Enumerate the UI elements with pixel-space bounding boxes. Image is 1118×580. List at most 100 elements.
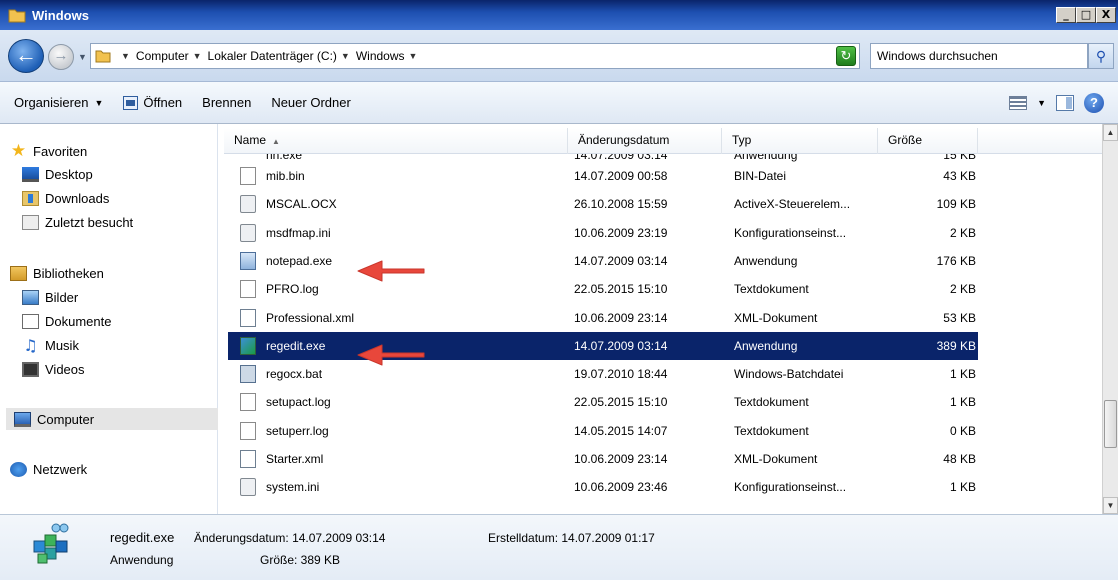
table-row[interactable]: Starter.xml 10.06.2009 23:14 XML-Dokument 4…	[228, 445, 978, 473]
table-row[interactable]: notepad.exe 14.07.2009 03:14 Anwendung 176 …	[228, 247, 978, 275]
view-options-icon[interactable]	[1009, 96, 1028, 110]
file-size: 176 KB	[936, 253, 976, 268]
breadcrumb-root[interactable]: ▼	[117, 51, 136, 61]
nav-videos[interactable]: Videos	[22, 358, 85, 380]
table-row[interactable]: setuperr.log 14.05.2015 14:07 Textdokument…	[228, 417, 978, 445]
details-pane: regedit.exe Änderungsdatum: 14.07.2009 0…	[0, 514, 1118, 580]
documents-icon	[22, 313, 39, 329]
nav-recent[interactable]: Zuletzt besucht	[22, 211, 133, 233]
chevron-down-icon[interactable]: ▼	[1037, 98, 1046, 108]
file-date: 22.05.2015 15:10	[574, 282, 668, 297]
nav-downloads[interactable]: Downloads	[22, 187, 109, 209]
address-bar[interactable]: ▼ Computer ▼ Lokaler Datenträger (C:) ▼ Wi…	[90, 43, 860, 69]
preview-pane-icon[interactable]	[1056, 95, 1074, 111]
file-size: 1 KB	[949, 367, 976, 382]
registry-editor-icon	[240, 336, 256, 355]
details-size: Größe: 389 KB	[260, 553, 341, 567]
file-size: 53 KB	[943, 310, 976, 325]
back-button[interactable]: ←	[8, 39, 44, 73]
table-row[interactable]: regedit.exe 14.07.2009 03:14 Anwendung 389 …	[228, 331, 978, 360]
xml-file-icon	[240, 450, 256, 468]
close-button[interactable]: X	[1096, 7, 1116, 23]
vertical-scrollbar[interactable]: ▲ ▼	[1102, 124, 1118, 514]
file-type: XML-Dokument	[734, 310, 818, 325]
table-row[interactable]: MSCAL.OCX 26.10.2008 15:59 ActiveX-Steuere…	[228, 190, 978, 218]
file-type: Anwendung	[734, 154, 798, 162]
file-size: 43 KB	[943, 169, 976, 183]
nav-libraries[interactable]: Bibliotheken	[10, 262, 104, 284]
nav-pictures[interactable]: Bilder	[22, 286, 78, 308]
search-input[interactable]: Windows durchsuchen	[870, 43, 1088, 69]
pictures-icon	[22, 289, 39, 305]
file-name: notepad.exe	[266, 253, 333, 268]
file-name: PFRO.log	[266, 282, 319, 297]
file-date: 10.06.2009 23:14	[574, 310, 668, 325]
window-controls: _ □ X	[1056, 7, 1116, 23]
forward-button[interactable]: →	[48, 44, 74, 70]
file-size: 109 KB	[936, 197, 976, 212]
table-row[interactable]: regocx.bat 19.07.2010 18:44 Windows-Batchd…	[228, 360, 978, 388]
table-row[interactable]: Professional.xml 10.06.2009 23:14 XML-Doku…	[228, 304, 978, 332]
column-header-type[interactable]: Typ	[722, 128, 878, 154]
file-date: 10.06.2009 23:46	[574, 480, 668, 495]
nav-favorites[interactable]: ★ Favoriten	[10, 140, 87, 162]
file-size: 2 KB	[949, 282, 976, 297]
file-date: 14.07.2009 03:14	[574, 253, 668, 268]
file-size: 389 KB	[936, 338, 976, 353]
search-icon[interactable]: ⚲	[1088, 43, 1114, 69]
file-date: 19.07.2010 18:44	[574, 367, 668, 382]
file-size: 48 KB	[943, 452, 976, 466]
regedit-icon	[33, 523, 69, 564]
file-type: Anwendung	[734, 253, 798, 268]
file-list: Name ▲ Änderungsdatum Typ Größe hh.exe 14…	[224, 124, 1104, 514]
folder-icon	[8, 9, 26, 23]
column-header-size[interactable]: Größe	[878, 128, 978, 154]
file-type: Textdokument	[734, 282, 809, 297]
window-title: Windows	[32, 7, 89, 23]
file-date: 14.07.2009 03:14	[574, 154, 668, 162]
file-date: 10.06.2009 23:19	[574, 225, 668, 240]
table-row[interactable]: mib.bin 14.07.2009 00:58 BIN-Datei 43 KB	[228, 162, 978, 190]
scroll-thumb[interactable]	[1104, 400, 1117, 448]
address-row: ← → ▼ ▼ Computer ▼ Lokaler Datenträger (C…	[0, 30, 1118, 82]
nav-music[interactable]: ♫ Musik	[22, 334, 79, 356]
organize-button[interactable]: Organisieren ▼	[14, 95, 103, 110]
burn-button[interactable]: Brennen	[202, 95, 251, 110]
minimize-button[interactable]: _	[1056, 7, 1076, 23]
downloads-icon	[22, 190, 39, 206]
file-date: 14.07.2009 03:14	[574, 338, 668, 353]
table-row[interactable]: system.ini 10.06.2009 23:46 Konfigurations…	[228, 473, 978, 501]
breadcrumb-windows[interactable]: Windows ▼	[356, 49, 424, 63]
scroll-down-button[interactable]: ▼	[1103, 497, 1118, 514]
file-size: 2 KB	[949, 225, 976, 240]
nav-documents[interactable]: Dokumente	[22, 310, 111, 332]
document-file-icon	[240, 167, 256, 185]
column-header-name[interactable]: Name ▲	[224, 128, 568, 154]
table-row[interactable]: PFRO.log 22.05.2015 15:10 Textdokument 2 KB	[228, 275, 978, 303]
history-dropdown-icon[interactable]: ▼	[78, 52, 87, 62]
nav-computer[interactable]: Computer	[6, 408, 218, 430]
column-header-date[interactable]: Änderungsdatum	[568, 128, 722, 154]
breadcrumb-computer[interactable]: Computer ▼	[136, 49, 208, 63]
file-date: 10.06.2009 23:14	[574, 452, 668, 466]
file-name: setupact.log	[266, 395, 331, 410]
table-row-partial[interactable]: hh.exe 14.07.2009 03:14 Anwendung 15 KB	[228, 154, 978, 162]
scroll-up-button[interactable]: ▲	[1103, 124, 1118, 141]
command-bar: Organisieren ▼ Öffnen Brennen Neuer Ordne…	[0, 82, 1118, 124]
file-name: hh.exe	[266, 154, 303, 162]
videos-icon	[22, 361, 39, 377]
table-row[interactable]: setupact.log 22.05.2015 15:10 Textdokument…	[228, 388, 978, 416]
nav-network[interactable]: Netzwerk	[10, 458, 87, 480]
breadcrumb-drive-c[interactable]: Lokaler Datenträger (C:) ▼	[208, 49, 356, 63]
star-icon: ★	[10, 140, 27, 161]
help-icon[interactable]: ?	[1084, 93, 1104, 113]
file-type: BIN-Datei	[734, 169, 787, 183]
maximize-button[interactable]: □	[1076, 7, 1096, 23]
navigation-pane: ★ Favoriten Desktop Downloads Zuletzt bes…	[0, 124, 218, 514]
nav-desktop[interactable]: Desktop	[22, 163, 93, 185]
table-row[interactable]: msdfmap.ini 10.06.2009 23:19 Konfiguration…	[228, 219, 978, 247]
document-file-icon	[240, 280, 256, 299]
new-folder-button[interactable]: Neuer Ordner	[271, 95, 350, 110]
refresh-button[interactable]: ↻	[836, 46, 856, 66]
open-button[interactable]: Öffnen	[123, 95, 182, 110]
